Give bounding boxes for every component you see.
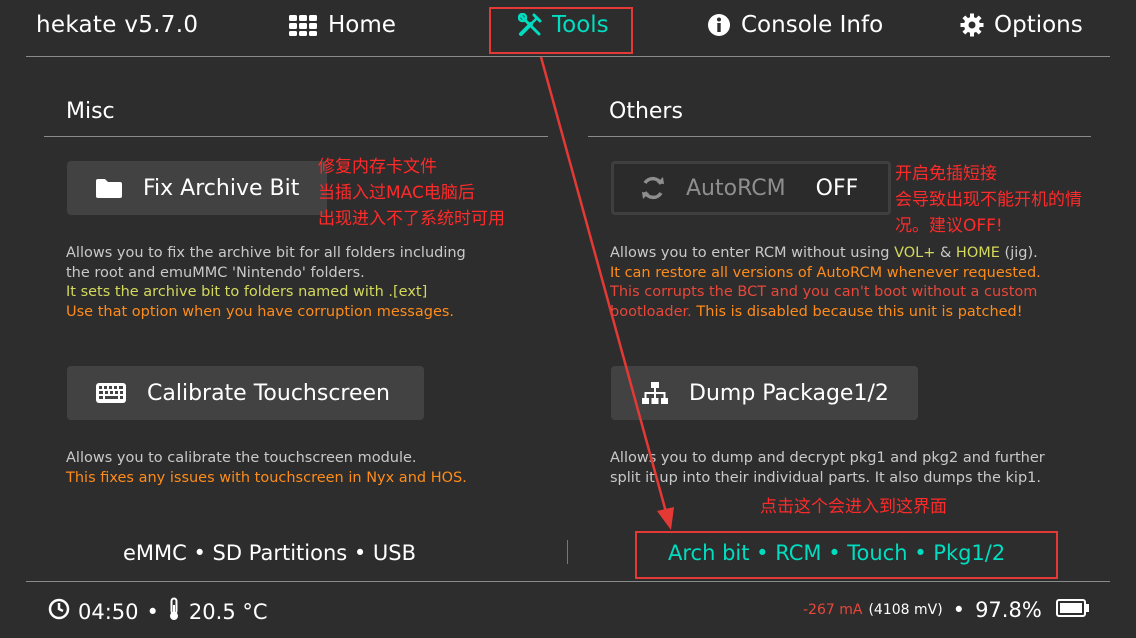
annotation-arrow: [539, 56, 674, 530]
